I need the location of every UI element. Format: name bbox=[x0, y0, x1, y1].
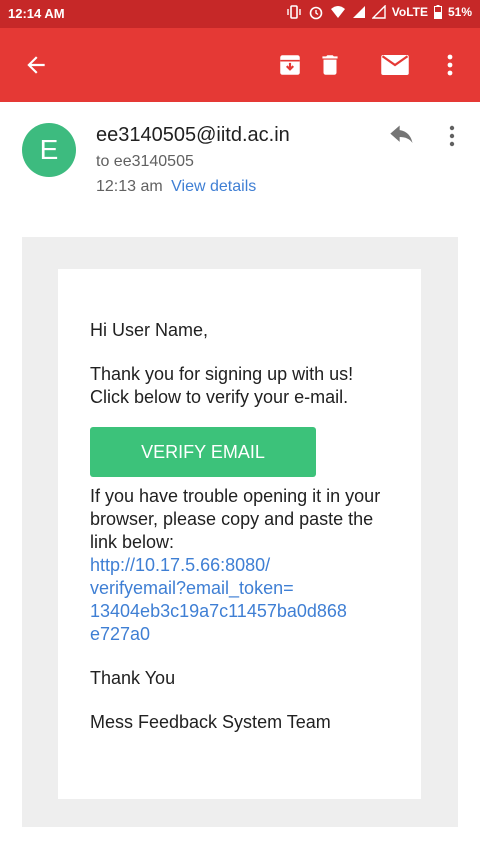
verify-link-line-4: e727a0 bbox=[90, 624, 151, 644]
vibrate-icon bbox=[287, 5, 301, 19]
app-bar bbox=[0, 28, 480, 102]
sender-email[interactable]: ee3140505@iitd.ac.in bbox=[96, 124, 290, 147]
status-time: 12:14 AM bbox=[8, 6, 65, 21]
more-vert-icon bbox=[447, 54, 453, 76]
view-details-link[interactable]: View details bbox=[171, 178, 256, 195]
intro-line-1: Thank you for signing up with us! bbox=[90, 364, 354, 384]
delete-icon bbox=[322, 55, 338, 75]
status-icons: VoLTE 51% bbox=[286, 4, 472, 20]
back-arrow-icon bbox=[27, 56, 45, 74]
verify-link-line-3: 13404eb3c19a7c11457ba0d868 bbox=[90, 601, 347, 621]
intro-line-2: Click below to verify your e-mail. bbox=[90, 387, 349, 407]
message-more-button[interactable] bbox=[440, 118, 464, 154]
intro-text: Thank you for signing up with us! Click … bbox=[90, 363, 389, 409]
trouble-message: If you have trouble opening it in your b… bbox=[90, 486, 381, 552]
recipient: to ee3140505 bbox=[96, 153, 194, 170]
verify-email-button[interactable]: VERIFY EMAIL bbox=[90, 427, 316, 477]
alarm-icon bbox=[309, 6, 323, 20]
battery-icon bbox=[433, 5, 442, 19]
verify-link-line-2: verifyemail?email_token= bbox=[90, 578, 294, 598]
trouble-text: If you have trouble opening it in your b… bbox=[90, 485, 389, 646]
wifi-icon bbox=[330, 6, 345, 18]
greeting: Hi User Name, bbox=[90, 320, 209, 340]
signal-2-icon bbox=[371, 5, 386, 19]
sender-avatar[interactable]: E bbox=[22, 123, 76, 177]
email-body-container: Hi User Name, Thank you for signing up w… bbox=[22, 237, 458, 827]
archive-icon bbox=[280, 55, 300, 75]
battery-level: 51% bbox=[447, 5, 472, 19]
more-vert-icon bbox=[449, 125, 455, 147]
delete-button[interactable] bbox=[306, 41, 354, 89]
message-time-row: 12:13 am View details bbox=[96, 178, 256, 196]
thanks-text: Thank You bbox=[90, 668, 176, 688]
reply-icon bbox=[390, 125, 413, 143]
email-card: Hi User Name, Thank you for signing up w… bbox=[58, 269, 421, 799]
message-time: 12:13 am bbox=[96, 178, 163, 195]
verify-link-line-1: http://10.17.5.66:8080/ bbox=[90, 555, 271, 575]
verify-link[interactable]: http://10.17.5.66:8080/verifyemail?email… bbox=[90, 555, 347, 644]
mail-icon bbox=[381, 55, 409, 75]
status-bar: 12:14 AM VoLTE 51% bbox=[0, 0, 480, 28]
signal-icon bbox=[352, 6, 365, 18]
signature-text: Mess Feedback System Team bbox=[90, 712, 331, 732]
reply-button[interactable] bbox=[382, 118, 422, 154]
network-type: VoLTE bbox=[391, 5, 428, 19]
mark-unread-button[interactable] bbox=[371, 41, 419, 89]
more-options-button[interactable] bbox=[426, 41, 474, 89]
back-button[interactable] bbox=[12, 41, 60, 89]
